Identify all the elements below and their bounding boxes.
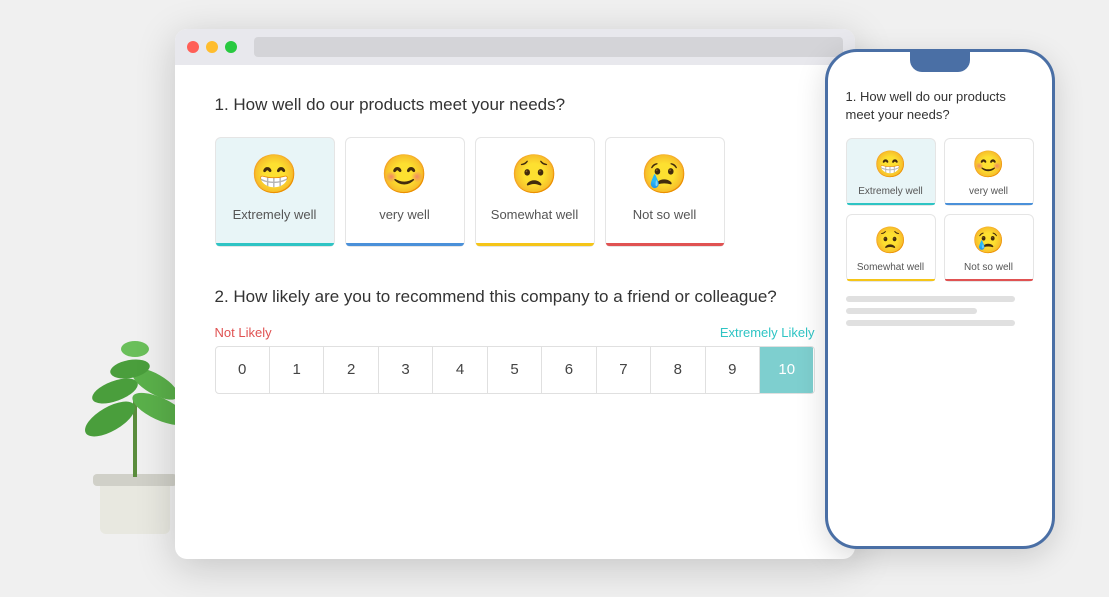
phone-label-very-well: very well: [969, 186, 1008, 197]
question1-title: 1. How well do our products meet your ne…: [215, 95, 815, 115]
scale-4[interactable]: 4: [433, 347, 487, 393]
underline-very-well: [346, 243, 464, 246]
phone-choice-somewhat-well[interactable]: 😟 Somewhat well: [846, 214, 936, 282]
phone-choice-grid: 😁 Extremely well 😊 very well 😟 Somewhat …: [846, 138, 1034, 282]
phone-underline-very-well: [945, 203, 1033, 205]
scale-0[interactable]: 0: [216, 347, 270, 393]
label-very-well: very well: [379, 207, 430, 222]
emoji-very-well: 😊: [381, 153, 428, 197]
scale-3[interactable]: 3: [379, 347, 433, 393]
phone-underline-somewhat-well: [847, 279, 935, 281]
scale-1[interactable]: 1: [270, 347, 324, 393]
underline-not-so-well: [606, 243, 724, 246]
scale-7[interactable]: 7: [597, 347, 651, 393]
choice-not-so-well[interactable]: 😢 Not so well: [605, 137, 725, 247]
close-dot[interactable]: [187, 41, 199, 53]
scale-8[interactable]: 8: [651, 347, 705, 393]
scale-9[interactable]: 9: [706, 347, 760, 393]
scene: 1. How well do our products meet your ne…: [55, 19, 1055, 579]
underline-somewhat-well: [476, 243, 594, 246]
choice-very-well[interactable]: 😊 very well: [345, 137, 465, 247]
phone-choice-extremely-well[interactable]: 😁 Extremely well: [846, 138, 936, 206]
scale-6[interactable]: 6: [542, 347, 596, 393]
label-somewhat-well: Somewhat well: [491, 207, 578, 222]
phone-frame: 1. How well do our products meet your ne…: [825, 49, 1055, 549]
phone-emoji-somewhat-well: 😟: [874, 225, 906, 256]
scale-5[interactable]: 5: [488, 347, 542, 393]
phone-content: 1. How well do our products meet your ne…: [840, 80, 1040, 340]
phone-line-3: [846, 320, 1015, 326]
label-not-so-well: Not so well: [633, 207, 697, 222]
emoji-not-so-well: 😢: [641, 153, 688, 197]
choice-somewhat-well[interactable]: 😟 Somewhat well: [475, 137, 595, 247]
maximize-dot[interactable]: [225, 41, 237, 53]
phone-placeholder-lines: [846, 296, 1034, 326]
url-bar: [254, 37, 843, 57]
phone-label-not-so-well: Not so well: [964, 262, 1013, 273]
phone-line-2: [846, 308, 978, 314]
phone-emoji-very-well: 😊: [972, 149, 1004, 180]
label-extremely-well: Extremely well: [233, 207, 317, 222]
phone-choice-not-so-well[interactable]: 😢 Not so well: [944, 214, 1034, 282]
browser-titlebar: [175, 29, 855, 65]
phone-underline-extremely-well: [847, 203, 935, 205]
phone-label-extremely-well: Extremely well: [858, 186, 922, 197]
browser-content: 1. How well do our products meet your ne…: [175, 65, 855, 424]
question2-title: 2. How likely are you to recommend this …: [215, 287, 795, 307]
label-not-likely: Not Likely: [215, 325, 272, 340]
phone-line-1: [846, 296, 1015, 302]
phone-emoji-not-so-well: 😢: [972, 225, 1004, 256]
phone-label-somewhat-well: Somewhat well: [857, 262, 924, 273]
phone-underline-not-so-well: [945, 279, 1033, 281]
choice-cards: 😁 Extremely well 😊 very well 😟 Somewhat …: [215, 137, 815, 247]
choice-extremely-well[interactable]: 😁 Extremely well: [215, 137, 335, 247]
emoji-extremely-well: 😁: [251, 153, 298, 197]
emoji-somewhat-well: 😟: [511, 153, 558, 197]
browser-window: 1. How well do our products meet your ne…: [175, 29, 855, 559]
minimize-dot[interactable]: [206, 41, 218, 53]
number-scale: 0 1 2 3 4 5 6 7 8 9 10: [215, 346, 815, 394]
scale-10[interactable]: 10: [760, 347, 813, 393]
phone-notch: [910, 52, 970, 72]
scale-2[interactable]: 2: [324, 347, 378, 393]
label-extremely-likely: Extremely Likely: [720, 325, 815, 340]
underline-extremely-well: [216, 243, 334, 246]
phone-emoji-extremely-well: 😁: [874, 149, 906, 180]
likelihood-labels: Not Likely Extremely Likely: [215, 325, 815, 340]
phone-question-title: 1. How well do our products meet your ne…: [846, 88, 1034, 124]
phone-choice-very-well[interactable]: 😊 very well: [944, 138, 1034, 206]
